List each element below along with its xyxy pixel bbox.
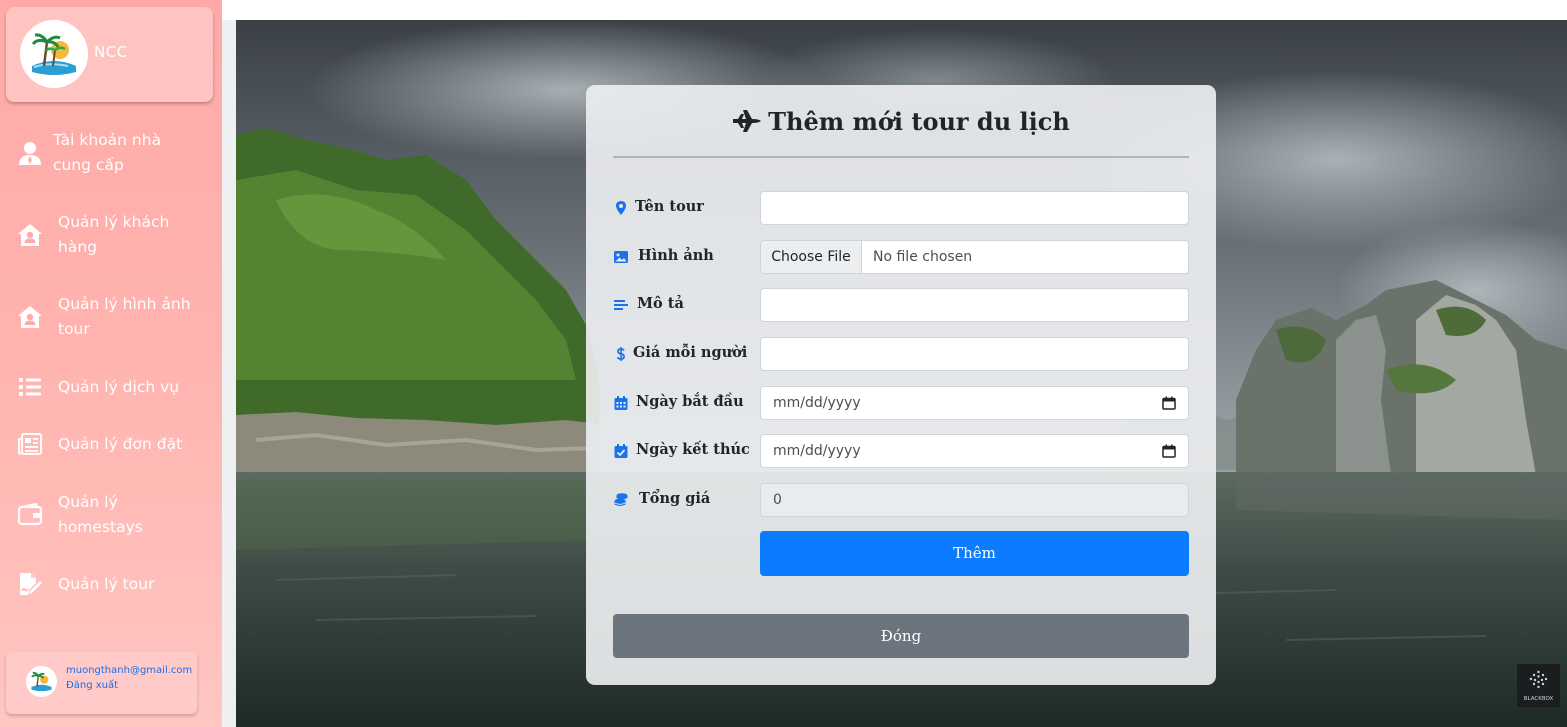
start-date-input[interactable]: mm/dd/yyyy	[760, 386, 1189, 420]
dialog-title: Thêm mới tour du lịch	[586, 107, 1216, 136]
calendar-icon	[614, 396, 628, 410]
brand-card[interactable]: NCC	[6, 7, 213, 102]
sidebar-item-label: Quản lý khách hàng	[58, 213, 170, 256]
sidebar-item-label: Tài khoản nhà cung cấp	[53, 131, 162, 174]
house-user-icon	[18, 306, 42, 328]
end-date-label: Ngày kết thúc	[636, 441, 750, 458]
sidebar-item-label: Quản lý homestays	[58, 493, 143, 536]
close-button[interactable]: Đóng	[613, 614, 1189, 658]
user-panel: muongthanh@gmail.com Đăng xuất	[6, 652, 197, 714]
watermark-text: BLACKBOX	[1523, 696, 1554, 702]
end-date-row: Ngày kết thúc mm/dd/yyyy	[613, 434, 1189, 468]
blackbox-logo-icon	[1529, 670, 1548, 689]
file-signature-icon	[20, 573, 42, 595]
dollar-icon	[616, 347, 625, 361]
price-label: Giá mỗi người	[633, 344, 748, 361]
user-tie-icon	[19, 142, 41, 165]
newspaper-icon	[18, 433, 42, 455]
map-marker-icon	[616, 201, 626, 215]
avatar	[26, 666, 57, 697]
tour-name-label: Tên tour	[635, 198, 704, 215]
start-date-label: Ngày bắt đầu	[636, 393, 744, 410]
top-bar	[222, 0, 1567, 20]
sidebar-item-tour-images[interactable]: Quản lý hình ảnh tour	[0, 292, 222, 344]
sidebar-item-label: Quản lý đơn đặt	[58, 435, 183, 453]
image-label: Hình ảnh	[638, 247, 714, 264]
tour-name-input[interactable]	[760, 191, 1189, 225]
sidebar-item-label: Quản lý dịch vụ	[58, 378, 180, 396]
calendar-picker-icon[interactable]	[1162, 444, 1176, 458]
sidebar-item-label: Quản lý hình ảnh tour	[58, 295, 191, 338]
image-file-input[interactable]: Choose File No file chosen	[760, 240, 1189, 274]
price-input[interactable]	[760, 337, 1189, 371]
start-date-row: Ngày bắt đầu mm/dd/yyyy	[613, 386, 1189, 420]
brand-logo	[20, 20, 88, 88]
description-row: Mô tả	[613, 288, 1189, 322]
tour-name-row: Tên tour	[613, 191, 1189, 225]
align-left-icon	[614, 300, 628, 310]
total-row: Tổng giá 0	[613, 483, 1189, 517]
sidebar-item-tours[interactable]: Quản lý tour	[0, 571, 222, 599]
sidebar-item-customers[interactable]: Quản lý khách hàng	[0, 210, 222, 262]
add-tour-dialog: Thêm mới tour du lịch Tên tour Hình ảnh …	[586, 85, 1216, 685]
end-date-input[interactable]: mm/dd/yyyy	[760, 434, 1189, 468]
plane-icon	[733, 110, 762, 132]
description-input[interactable]	[760, 288, 1189, 322]
logout-link[interactable]: Đăng xuất	[66, 680, 118, 691]
coins-icon	[614, 493, 628, 506]
title-divider	[613, 156, 1189, 158]
calendar-check-icon	[614, 444, 628, 458]
sidebar-item-orders[interactable]: Quản lý đơn đặt	[0, 431, 222, 459]
content-gutter	[222, 20, 236, 727]
calendar-picker-icon[interactable]	[1162, 396, 1176, 410]
choose-file-button[interactable]: Choose File	[761, 241, 862, 273]
file-status: No file chosen	[873, 249, 973, 265]
sidebar-item-homestays[interactable]: Quản lý homestays	[0, 490, 222, 542]
list-icon	[19, 378, 41, 396]
image-row: Hình ảnh Choose File No file chosen	[613, 240, 1189, 274]
sidebar-item-label: Quản lý tour	[58, 575, 155, 593]
price-row: Giá mỗi người	[613, 337, 1189, 371]
sidebar-item-services[interactable]: Quản lý dịch vụ	[0, 374, 222, 402]
brand-name: NCC	[94, 43, 128, 61]
house-user-icon	[18, 224, 42, 246]
sidebar: NCC Tài khoản nhà cung cấp Quản lý khách…	[0, 0, 222, 727]
description-label: Mô tả	[637, 295, 684, 312]
total-label: Tổng giá	[639, 490, 711, 507]
sidebar-item-account[interactable]: Tài khoản nhà cung cấp	[0, 128, 222, 180]
dialog-title-text: Thêm mới tour du lịch	[768, 107, 1070, 136]
total-price-field: 0	[760, 483, 1189, 517]
wallet-icon	[17, 502, 43, 526]
add-tour-button[interactable]: Thêm	[760, 531, 1189, 576]
blackbox-watermark: BLACKBOX	[1517, 664, 1560, 707]
image-icon	[614, 251, 628, 263]
user-email: muongthanh@gmail.com	[66, 665, 193, 676]
